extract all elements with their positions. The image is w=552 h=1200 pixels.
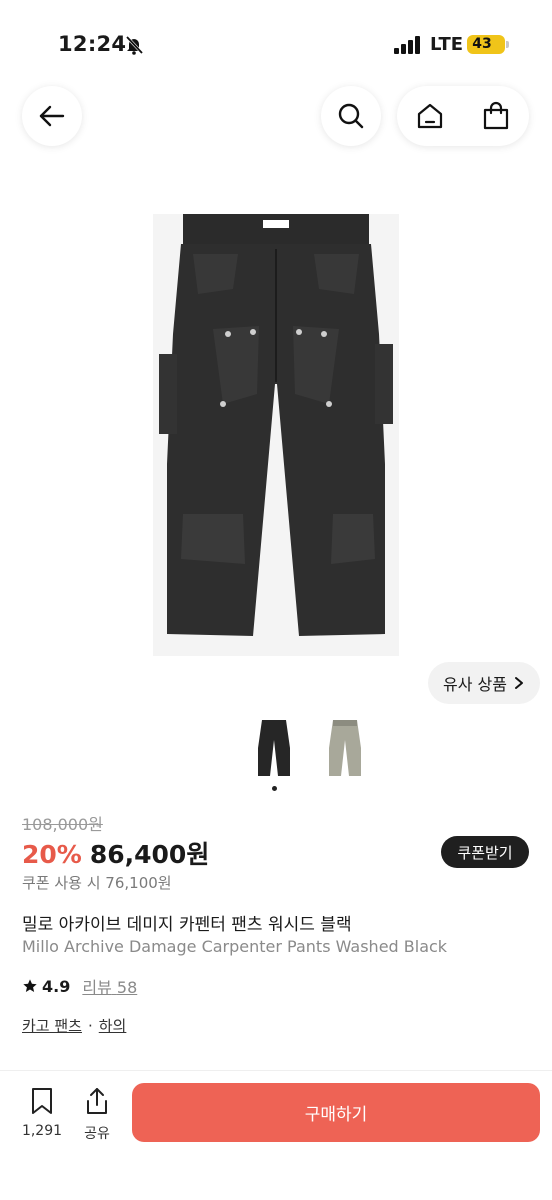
battery-tip <box>506 41 509 48</box>
category-separator: · <box>87 1016 93 1035</box>
star-icon <box>23 979 37 992</box>
similar-products-label: 유사 상품 <box>443 675 507 694</box>
share-button[interactable]: 공유 <box>72 1087 122 1143</box>
buy-button[interactable]: 구매하기 <box>132 1083 540 1142</box>
similar-products-button[interactable]: 유사 상품 <box>428 662 540 704</box>
cart-button[interactable] <box>465 86 527 146</box>
category-bottoms[interactable]: 하의 <box>99 1015 127 1036</box>
share-label: 공유 <box>84 1126 110 1142</box>
rating-row: 4.9 리뷰 58 <box>22 974 137 998</box>
home-icon <box>417 103 443 129</box>
thumbnail-washed-image <box>329 720 361 776</box>
share-icon <box>87 1088 107 1114</box>
nav-action-group <box>397 86 529 146</box>
thumbnail-black-image <box>258 720 290 776</box>
battery-level: 43 <box>472 36 492 52</box>
image-thumbnails <box>252 718 372 798</box>
price-row: 20% 86,400원 <box>22 835 209 869</box>
review-count: 58 <box>116 978 138 997</box>
discount-rate: 20% <box>22 840 82 869</box>
original-price: 108,000원 <box>22 815 103 834</box>
shopping-bag-icon <box>483 101 509 130</box>
review-link[interactable]: 리뷰 58 <box>82 974 137 998</box>
coupon-price: 쿠폰 사용 시 76,100원 <box>22 874 172 892</box>
chevron-right-icon <box>514 677 523 689</box>
home-button[interactable] <box>399 86 461 146</box>
category-breadcrumb: 카고 팬츠 · 하의 <box>22 1015 126 1036</box>
bookmark-button[interactable]: 1,291 <box>14 1087 70 1143</box>
bottom-action-bar: 1,291 공유 구매하기 <box>0 1070 552 1200</box>
product-title-english: Millo Archive Damage Carpenter Pants Was… <box>22 937 448 956</box>
search-icon <box>338 103 364 129</box>
product-title-korean: 밀로 아카이브 데미지 카펜터 팬츠 워시드 블랙 <box>22 915 352 935</box>
back-button[interactable] <box>22 86 82 146</box>
category-cargo-pants[interactable]: 카고 팬츠 <box>22 1015 82 1036</box>
sale-price: 86,400원 <box>89 840 210 869</box>
thumbnail-black[interactable] <box>252 718 296 782</box>
bookmark-icon <box>32 1088 52 1114</box>
product-image[interactable] <box>153 214 399 656</box>
thumbnail-indicator-dot <box>272 786 277 791</box>
signal-icon <box>394 36 420 54</box>
battery-icon: 43 <box>467 35 509 54</box>
bookmark-count: 1,291 <box>21 1123 63 1139</box>
review-label: 리뷰 <box>82 978 112 997</box>
jeans-illustration <box>159 214 393 636</box>
thumbnail-washed[interactable] <box>323 718 367 782</box>
get-coupon-button[interactable]: 쿠폰받기 <box>441 836 529 868</box>
status-bar: 12:24 LTE 43 <box>0 0 552 70</box>
network-type: LTE <box>430 34 464 55</box>
rating-value: 4.9 <box>42 976 71 996</box>
status-time: 12:24 <box>58 32 127 56</box>
arrow-left-icon <box>39 105 65 127</box>
search-button[interactable] <box>321 86 381 146</box>
bell-slash-icon <box>125 35 144 55</box>
